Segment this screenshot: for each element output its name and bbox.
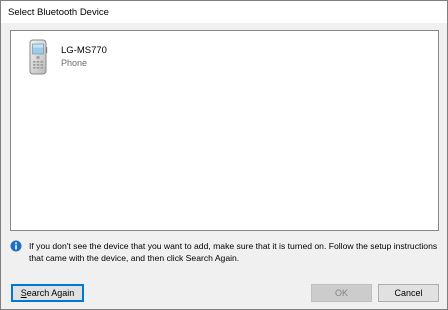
- search-again-button[interactable]: Search Again: [11, 284, 84, 302]
- ok-button[interactable]: OK: [311, 284, 372, 302]
- info-icon: [10, 240, 22, 252]
- info-message: If you don't see the device that you wan…: [29, 241, 438, 263]
- select-bluetooth-device-dialog: Select Bluetooth Device LG-MS770 Phone I…: [0, 0, 448, 310]
- title-bar[interactable]: Select Bluetooth Device: [1, 1, 447, 23]
- cancel-button[interactable]: Cancel: [378, 284, 439, 302]
- mobile-phone-icon: [29, 39, 48, 75]
- device-list[interactable]: LG-MS770 Phone: [10, 30, 439, 231]
- device-type: Phone: [61, 58, 88, 68]
- search-again-label: earch Again: [26, 288, 75, 298]
- device-name: LG-MS770: [61, 45, 107, 56]
- device-item-lg-ms770[interactable]: LG-MS770 Phone: [23, 37, 183, 77]
- window-title: Select Bluetooth Device: [8, 7, 109, 18]
